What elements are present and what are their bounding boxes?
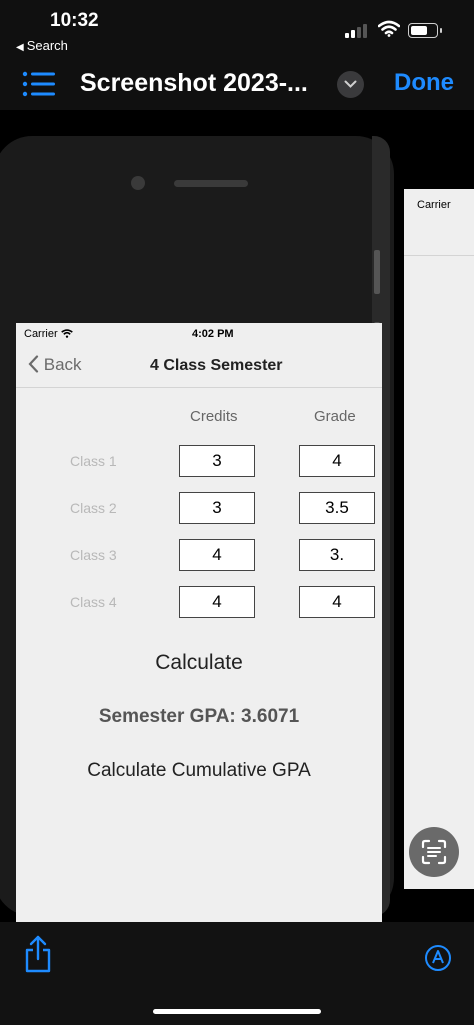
class-1-grade-field[interactable]: 4	[299, 445, 375, 477]
viewer-nav-bar: Screenshot 2023-... Done	[0, 60, 474, 110]
list-icon[interactable]	[22, 70, 56, 98]
wifi-icon	[378, 20, 400, 37]
class-1-credits-field[interactable]: 3	[179, 445, 255, 477]
done-button[interactable]: Done	[394, 69, 454, 97]
class-4-credits-field[interactable]: 4	[179, 586, 255, 618]
live-text-button[interactable]	[409, 827, 459, 877]
camera-dot	[131, 176, 145, 190]
class-3-label: Class 3	[70, 547, 117, 563]
photo-viewer[interactable]: Carrier 4:02 PM Back 4 Class Semester Cr…	[0, 110, 474, 1000]
live-text-icon	[421, 839, 447, 865]
class-2-credits-field[interactable]: 3	[179, 492, 255, 524]
back-app-label: Search	[26, 38, 68, 53]
side-button	[374, 250, 380, 294]
class-3-credits-field[interactable]: 4	[179, 539, 255, 571]
bottom-toolbar	[0, 922, 474, 1025]
viewer-title[interactable]: Screenshot 2023-...	[80, 69, 308, 98]
credits-column-header: Credits	[190, 408, 238, 425]
battery-icon	[408, 23, 442, 38]
carrier-label: Carrier	[24, 328, 73, 340]
status-bar: 10:32 ◀ Search	[0, 0, 474, 60]
app-back-button[interactable]: Back	[28, 355, 82, 375]
class-4-label: Class 4	[70, 594, 117, 610]
status-time: 10:32	[50, 10, 99, 31]
carrier-label: Carrier	[417, 199, 451, 211]
class-4-grade-field[interactable]: 4	[299, 586, 375, 618]
app-status-time: 4:02 PM	[192, 328, 234, 340]
title-menu-button[interactable]	[337, 71, 364, 98]
chevron-left-icon	[28, 355, 39, 373]
wifi-icon	[60, 329, 73, 338]
class-2-grade-field[interactable]: 3.5	[299, 492, 375, 524]
app-nav-bar: Back 4 Class Semester	[16, 345, 382, 388]
semester-gpa-result: Semester GPA: 3.6071	[98, 706, 300, 727]
next-photo-preview[interactable]: Carrier	[404, 189, 474, 889]
back-triangle-icon: ◀	[16, 42, 24, 53]
signal-icon	[345, 24, 371, 38]
app-screen: Carrier 4:02 PM Back 4 Class Semester Cr…	[16, 323, 382, 1000]
nav-divider	[404, 255, 474, 256]
share-icon[interactable]	[22, 934, 54, 974]
class-2-label: Class 2	[70, 500, 117, 516]
grade-column-header: Grade	[314, 408, 356, 425]
class-1-label: Class 1	[70, 453, 117, 469]
back-to-search-link[interactable]: ◀ Search	[16, 38, 68, 53]
app-back-label: Back	[43, 355, 82, 374]
app-status-bar: Carrier 4:02 PM	[16, 323, 382, 345]
chevron-down-icon	[344, 80, 357, 88]
calculate-cumulative-gpa-button[interactable]: Calculate Cumulative GPA	[16, 760, 382, 782]
app-title: 4 Class Semester	[150, 357, 283, 374]
markup-icon[interactable]	[424, 944, 452, 972]
calculate-button[interactable]: Calculate	[16, 651, 382, 675]
class-3-grade-field[interactable]: 3.	[299, 539, 375, 571]
speaker-grille	[174, 180, 248, 187]
home-indicator[interactable]	[153, 1009, 321, 1014]
